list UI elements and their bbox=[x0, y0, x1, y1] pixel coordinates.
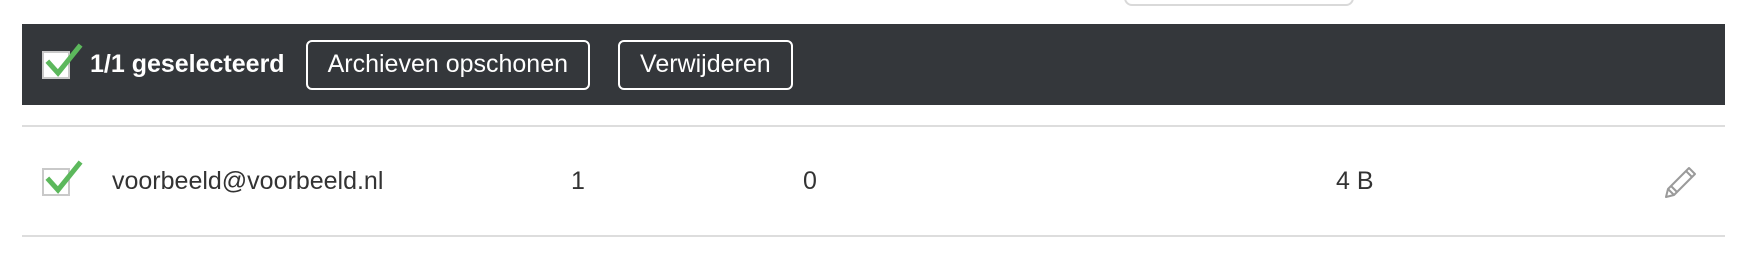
pencil-icon[interactable] bbox=[1660, 161, 1700, 201]
count-cell-a: 1 bbox=[571, 166, 585, 195]
table-row: voorbeeld@voorbeeld.nl 1 0 4 B bbox=[22, 127, 1725, 235]
bulk-action-bar: 1/1 geselecteerd Archieven opschonen Ver… bbox=[22, 24, 1725, 105]
email-cell: voorbeeld@voorbeeld.nl bbox=[112, 166, 384, 195]
row-checkbox[interactable] bbox=[42, 160, 83, 196]
check-icon bbox=[45, 42, 83, 77]
selected-count-label: 1/1 geselecteerd bbox=[90, 50, 285, 78]
check-icon bbox=[45, 160, 83, 194]
top-control-partial[interactable] bbox=[1124, 0, 1354, 6]
table-divider bbox=[22, 235, 1725, 237]
page: 1/1 geselecteerd Archieven opschonen Ver… bbox=[0, 0, 1738, 260]
select-all-checkbox[interactable] bbox=[42, 42, 83, 79]
delete-button[interactable]: Verwijderen bbox=[618, 39, 793, 90]
count-cell-b: 0 bbox=[803, 166, 817, 195]
size-cell: 4 B bbox=[1336, 166, 1374, 195]
clean-archives-button[interactable]: Archieven opschonen bbox=[305, 39, 591, 90]
